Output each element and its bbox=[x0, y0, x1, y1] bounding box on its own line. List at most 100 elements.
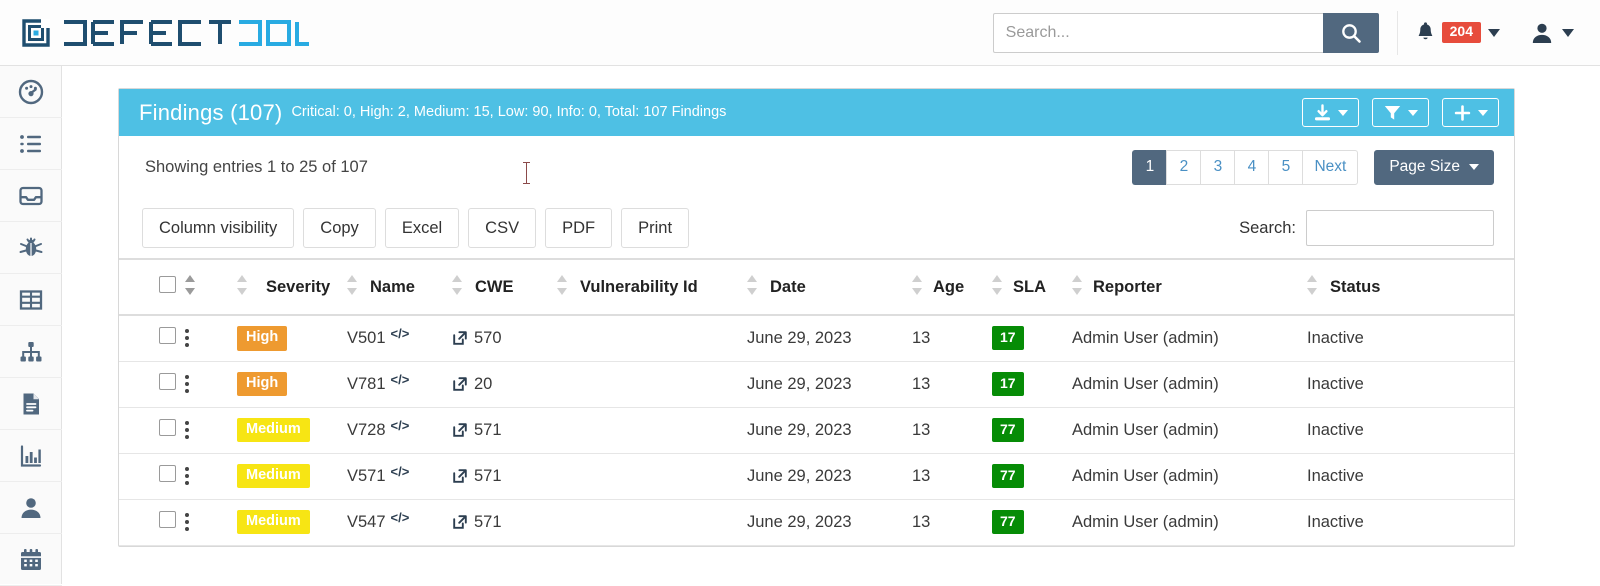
code-icon[interactable]: </> bbox=[391, 464, 410, 479]
code-icon[interactable]: </> bbox=[391, 326, 410, 341]
col-cwe[interactable]: CWE bbox=[452, 258, 557, 316]
sla-badge[interactable]: 17 bbox=[992, 326, 1024, 351]
user-menu[interactable] bbox=[1530, 21, 1574, 45]
sort-toggle-cwe[interactable] bbox=[452, 274, 463, 300]
col-reporter[interactable]: Reporter bbox=[1072, 258, 1307, 316]
finding-name-link[interactable]: V501 bbox=[347, 329, 386, 348]
sidebar-item-calendar[interactable] bbox=[0, 534, 62, 586]
page-button-4[interactable]: 4 bbox=[1234, 149, 1269, 185]
row-menu-icon[interactable] bbox=[185, 329, 189, 348]
sidebar-item-users[interactable] bbox=[0, 482, 62, 534]
sort-toggle-age[interactable] bbox=[912, 274, 923, 300]
table-row[interactable]: Medium V571 </> 571 June 29, 2023 13 77 Admin U… bbox=[119, 453, 1514, 500]
col-status[interactable]: Status bbox=[1307, 258, 1514, 316]
cwe-link[interactable]: 571 bbox=[474, 421, 502, 440]
row-menu-icon[interactable] bbox=[185, 467, 189, 485]
excel-button[interactable]: Excel bbox=[384, 208, 460, 248]
download-button[interactable] bbox=[1302, 98, 1359, 127]
column-visibility-button[interactable]: Column visibility bbox=[142, 208, 295, 248]
sort-toggle-vulnid[interactable] bbox=[557, 274, 568, 300]
select-all-checkbox[interactable] bbox=[159, 276, 176, 293]
filter-button[interactable] bbox=[1372, 98, 1429, 127]
sort-toggle-date[interactable] bbox=[747, 274, 758, 300]
sort-toggle-sla[interactable] bbox=[992, 274, 1003, 300]
sidebar-item-list[interactable] bbox=[0, 118, 62, 170]
sidebar-item-dashboard[interactable] bbox=[0, 66, 62, 118]
severity-badge[interactable]: High bbox=[237, 325, 288, 351]
page-button-2[interactable]: 2 bbox=[1166, 149, 1201, 185]
severity-badge[interactable]: Medium bbox=[237, 509, 310, 535]
sidebar-item-reports[interactable] bbox=[0, 430, 62, 482]
sort-toggle-reporter[interactable] bbox=[1072, 274, 1083, 300]
sidebar-item-sitemap[interactable] bbox=[0, 326, 62, 378]
row-checkbox[interactable] bbox=[159, 511, 176, 528]
row-menu-icon[interactable] bbox=[185, 421, 189, 439]
external-link-icon[interactable] bbox=[452, 514, 468, 530]
sidebar-item-grid[interactable] bbox=[0, 274, 62, 326]
sidebar-item-inbox[interactable] bbox=[0, 170, 62, 222]
sort-toggle-severity[interactable] bbox=[237, 274, 248, 300]
sidebar-item-document[interactable] bbox=[0, 378, 62, 430]
code-icon[interactable]: </> bbox=[391, 418, 410, 433]
page-size-dropdown[interactable]: Page Size bbox=[1374, 149, 1494, 185]
col-age[interactable]: Age bbox=[912, 258, 992, 316]
table-row[interactable]: Medium V547 </> 571 June 29, 2023 13 77 Admin U… bbox=[119, 499, 1514, 546]
table-search-input[interactable] bbox=[1306, 210, 1494, 246]
notifications-menu[interactable]: 204 bbox=[1416, 21, 1500, 44]
col-severity[interactable]: Severity bbox=[237, 258, 347, 316]
sla-badge[interactable]: 77 bbox=[992, 417, 1024, 443]
global-search-input[interactable] bbox=[992, 12, 1323, 53]
row-menu-icon[interactable] bbox=[185, 513, 189, 531]
vulnerability-id-cell bbox=[557, 361, 747, 408]
table-row[interactable]: High V781 </> 20 June 29, 2023 13 17 Admin User… bbox=[119, 361, 1514, 408]
pdf-button[interactable]: PDF bbox=[545, 208, 613, 248]
cwe-link[interactable]: 571 bbox=[474, 513, 502, 532]
sort-toggle-actions[interactable] bbox=[185, 274, 196, 300]
external-link-icon[interactable] bbox=[452, 376, 468, 392]
notification-count-badge[interactable]: 204 bbox=[1441, 22, 1481, 43]
row-checkbox[interactable] bbox=[159, 419, 176, 436]
code-icon[interactable]: </> bbox=[391, 510, 410, 525]
row-checkbox[interactable] bbox=[159, 373, 176, 390]
brand-logo[interactable] bbox=[22, 17, 309, 49]
sla-badge[interactable]: 77 bbox=[992, 509, 1024, 535]
sidebar-item-bug[interactable] bbox=[0, 222, 62, 274]
finding-name-link[interactable]: V571 bbox=[347, 467, 386, 486]
row-menu-icon[interactable] bbox=[185, 375, 189, 393]
page-next-button[interactable]: Next bbox=[1302, 149, 1359, 185]
sort-toggle-name[interactable] bbox=[347, 274, 358, 300]
cwe-link[interactable]: 571 bbox=[474, 467, 502, 486]
cwe-link[interactable]: 570 bbox=[474, 329, 502, 348]
table-row[interactable]: High V501 </> 570 June 29, 2023 13 17 Admin Use… bbox=[119, 315, 1514, 362]
table-row[interactable]: Medium V728 </> 571 June 29, 2023 13 77 Admin U… bbox=[119, 407, 1514, 454]
severity-badge[interactable]: High bbox=[237, 371, 288, 397]
global-search-button[interactable] bbox=[1322, 12, 1379, 53]
external-link-icon[interactable] bbox=[452, 422, 468, 438]
page-button-5[interactable]: 5 bbox=[1268, 149, 1303, 185]
sla-badge[interactable]: 17 bbox=[992, 371, 1024, 397]
col-sla[interactable]: SLA bbox=[992, 258, 1072, 316]
copy-button[interactable]: Copy bbox=[303, 208, 376, 248]
add-button[interactable] bbox=[1442, 98, 1499, 127]
finding-name-link[interactable]: V728 bbox=[347, 421, 386, 440]
page-button-1[interactable]: 1 bbox=[1132, 149, 1167, 185]
finding-name-link[interactable]: V781 bbox=[347, 375, 386, 394]
sort-toggle-status[interactable] bbox=[1307, 274, 1318, 300]
col-name[interactable]: Name bbox=[347, 258, 452, 316]
row-checkbox[interactable] bbox=[159, 465, 176, 482]
finding-name-link[interactable]: V547 bbox=[347, 513, 386, 532]
external-link-icon[interactable] bbox=[452, 468, 468, 484]
code-icon[interactable]: </> bbox=[391, 372, 410, 387]
severity-badge[interactable]: Medium bbox=[237, 417, 310, 443]
severity-badge[interactable]: Medium bbox=[237, 463, 310, 489]
row-checkbox[interactable] bbox=[159, 327, 176, 345]
cwe-link[interactable]: 20 bbox=[474, 375, 492, 394]
reporter-cell: Admin User (admin) bbox=[1072, 499, 1307, 546]
print-button[interactable]: Print bbox=[621, 208, 690, 248]
csv-button[interactable]: CSV bbox=[468, 208, 537, 248]
col-vulnerability-id[interactable]: Vulnerability Id bbox=[557, 258, 747, 316]
sla-badge[interactable]: 77 bbox=[992, 463, 1024, 489]
external-link-icon[interactable] bbox=[452, 330, 468, 346]
col-date[interactable]: Date bbox=[747, 258, 912, 316]
page-button-3[interactable]: 3 bbox=[1200, 149, 1235, 185]
